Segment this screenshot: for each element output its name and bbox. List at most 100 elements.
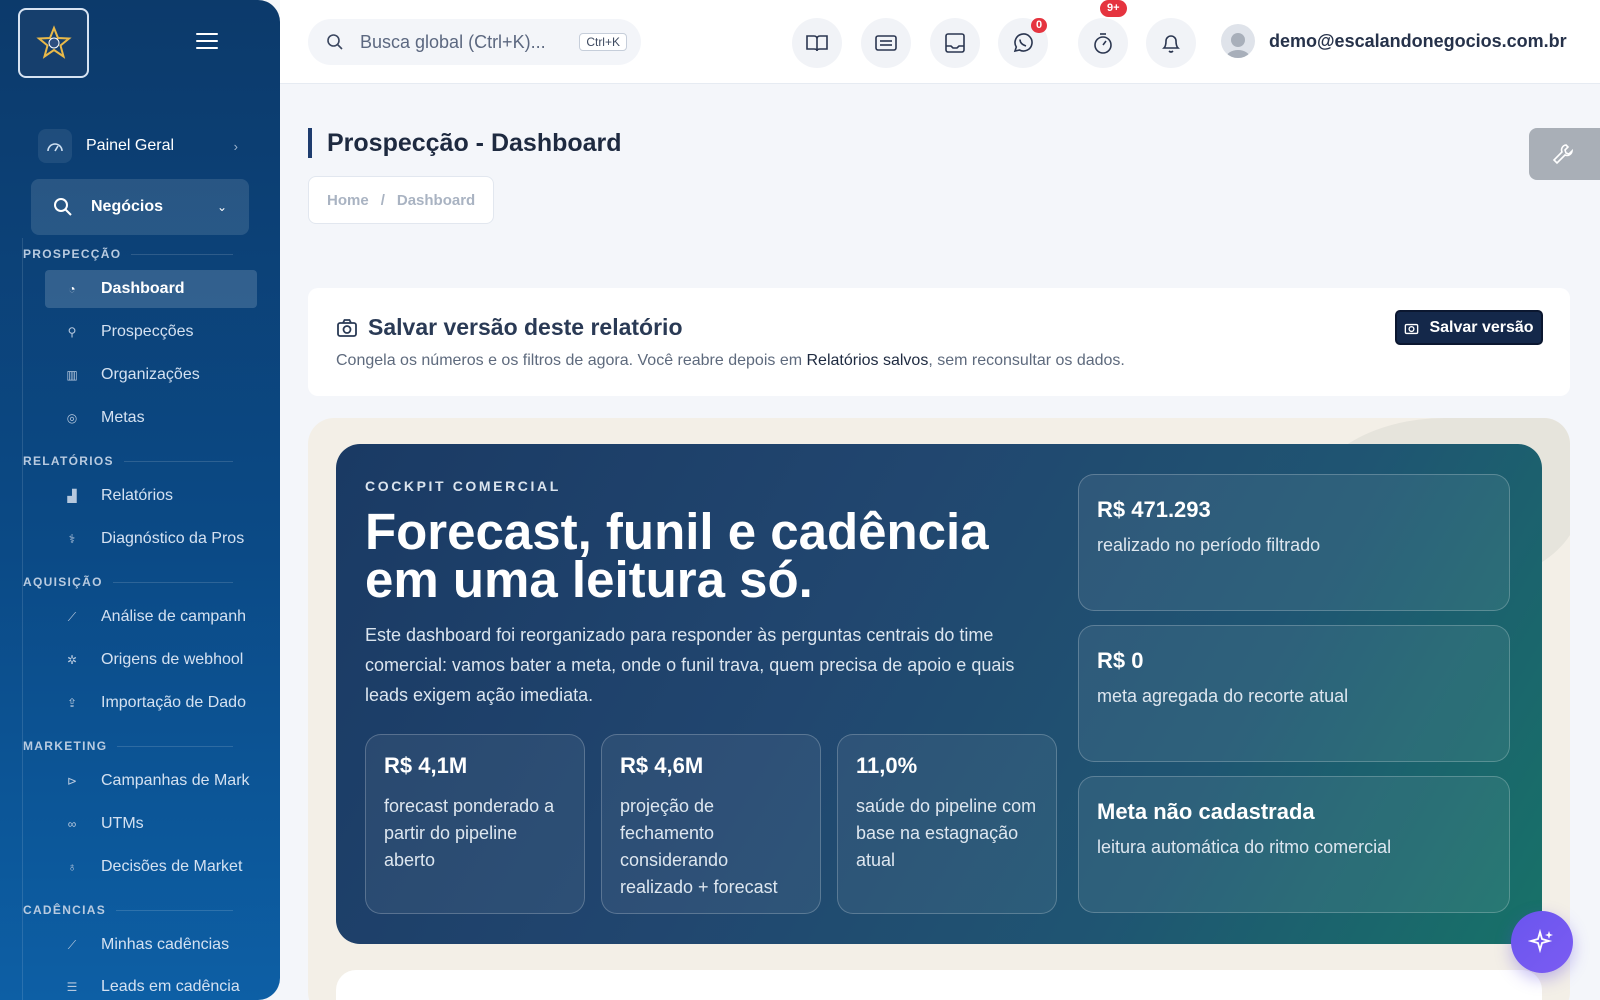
stethoscope-icon: ⚕ bbox=[68, 532, 76, 546]
save-version-button[interactable]: Salvar versão bbox=[1395, 310, 1543, 345]
timer-badge: 9+ bbox=[1100, 0, 1127, 17]
cockpit-hero: COCKPIT COMERCIAL Forecast, funil e cadê… bbox=[336, 444, 1542, 944]
hero-lead: Este dashboard foi reorganizado para res… bbox=[365, 625, 1015, 705]
sidebar-item-label: Origens de webhool bbox=[101, 651, 244, 668]
sidebar-item-prospeccoes[interactable]: ⚲ Prospecções bbox=[45, 313, 257, 351]
sidebar-item-label: Decisões de Market bbox=[101, 858, 243, 875]
section-prospeccao: PROSPECÇÃO bbox=[23, 247, 233, 261]
user-email: demo@escalandonegocios.com.br bbox=[1269, 30, 1567, 51]
inbox-button[interactable] bbox=[930, 18, 980, 68]
sidebar-item-label: UTMs bbox=[101, 815, 144, 832]
section-cadencias: CADÊNCIAS bbox=[23, 903, 233, 917]
kpi-card-pipeline-health: 11,0% saúde do pipeline com base na esta… bbox=[837, 734, 1057, 914]
sidebar-item-leads-cadencia[interactable]: ☰ Leads em cadência bbox=[45, 968, 257, 1000]
dashboard-icon: ◔ bbox=[68, 282, 76, 296]
user-menu[interactable]: demo@escalandonegocios.com.br bbox=[1221, 24, 1567, 58]
kpi-card-forecast: R$ 4,1M forecast ponderado a partir do p… bbox=[365, 734, 585, 914]
sparkles-icon bbox=[1528, 928, 1553, 954]
breadcrumb-home[interactable]: Home bbox=[327, 192, 369, 209]
breadcrumb-separator: / bbox=[380, 191, 385, 209]
side-label: leitura automática do ritmo comercial bbox=[1097, 837, 1392, 857]
bell-icon bbox=[1162, 35, 1180, 53]
list-user-icon: ☰ bbox=[66, 980, 78, 994]
save-version-description: Congela os números e os filtros de agora… bbox=[336, 352, 1125, 370]
docs-button[interactable] bbox=[792, 18, 842, 68]
sidebar-item-campanhas[interactable]: ⊳ Campanhas de Mark bbox=[45, 762, 257, 800]
wrench-icon bbox=[1552, 144, 1574, 165]
hero-headline: Forecast, funil e cadência em uma leitur… bbox=[365, 503, 989, 608]
settings-tab-button[interactable] bbox=[1529, 128, 1600, 180]
sidebar-item-label: Análise de campanh bbox=[101, 608, 246, 625]
bar-chart-icon: ▟ bbox=[67, 489, 77, 503]
side-card-realized: R$ 471.293 realizado no período filtrado bbox=[1078, 474, 1510, 611]
sidebar-item-dashboard[interactable]: ◔ Dashboard bbox=[45, 270, 257, 308]
search-input[interactable]: Busca global (Ctrl+K)... bbox=[360, 32, 563, 53]
notifications-button[interactable] bbox=[1146, 18, 1196, 68]
sidebar-item-label: Relatórios bbox=[101, 487, 174, 504]
sidebar-item-label: Organizações bbox=[101, 366, 200, 383]
sidebar-item-label: Metas bbox=[101, 409, 145, 426]
sidebar-item-label: Leads em cadência bbox=[101, 978, 240, 995]
page-title: Prospecção - Dashboard bbox=[308, 128, 622, 158]
save-version-title-row: Salvar versão deste relatório bbox=[336, 314, 683, 341]
ai-assistant-button[interactable] bbox=[1511, 911, 1573, 973]
sidebar-item-minhas-cadencias[interactable]: ⟋ Minhas cadências bbox=[45, 926, 257, 964]
webhook-icon: ✲ bbox=[66, 653, 78, 667]
timer-button[interactable]: 9+ bbox=[1078, 0, 1128, 68]
section-aquisicao: AQUISIÇÃO bbox=[23, 575, 233, 589]
save-version-button-label: Salvar versão bbox=[1429, 318, 1534, 336]
kpi-value: 11,0% bbox=[856, 753, 918, 778]
app-logo[interactable] bbox=[18, 8, 89, 78]
sidebar-item-diagnostico[interactable]: ⚕ Diagnóstico da Pros bbox=[45, 520, 257, 558]
sidebar-item-utms[interactable]: ∞ UTMs bbox=[45, 805, 257, 843]
target-icon: ◎ bbox=[66, 411, 78, 425]
kpi-card-projection: R$ 4,6M projeção de fechamento considera… bbox=[601, 734, 821, 914]
search-icon bbox=[54, 198, 72, 216]
global-search[interactable]: Busca global (Ctrl+K)... Ctrl+K bbox=[308, 19, 641, 65]
sidebar-item-label: Minhas cadências bbox=[101, 936, 230, 953]
sidebar-item-origens-webhook[interactable]: ✲ Origens de webhool bbox=[45, 641, 257, 679]
topbar: Busca global (Ctrl+K)... Ctrl+K 0 9+ dem… bbox=[280, 0, 1600, 84]
lightbulb-icon: ♁ bbox=[67, 860, 77, 874]
description-text: , sem reconsultar os dados. bbox=[928, 352, 1125, 369]
book-open-icon bbox=[806, 35, 828, 52]
kpi-value: R$ 4,1M bbox=[384, 753, 468, 778]
sidebar-group-negocios[interactable]: Negócios ⌄ bbox=[31, 179, 249, 235]
sidebar-item-label: Importação de Dado bbox=[101, 694, 246, 711]
breadcrumb: Home / Dashboard bbox=[308, 176, 494, 224]
upload-icon: ⇪ bbox=[66, 696, 78, 710]
sidebar-group-label: Negócios bbox=[91, 198, 164, 215]
cockpit-container: COCKPIT COMERCIAL Forecast, funil e cadê… bbox=[308, 418, 1570, 1000]
sidebar-item-label: Prospecções bbox=[101, 323, 194, 340]
megaphone-icon: ⊳ bbox=[66, 774, 78, 788]
steps-icon: ⟋ bbox=[67, 937, 77, 952]
sidebar-item-analise-campanha[interactable]: ⟋ Análise de campanh bbox=[45, 598, 257, 636]
sidebar-item-decisoes[interactable]: ♁ Decisões de Market bbox=[45, 848, 257, 886]
sidebar-item-relatorios[interactable]: ▟ Relatórios bbox=[45, 477, 257, 515]
stopwatch-icon bbox=[1094, 33, 1112, 54]
side-label: realizado no período filtrado bbox=[1097, 535, 1321, 555]
sidebar-item-label: Painel Geral bbox=[86, 137, 175, 154]
sidebar-item-label: Diagnóstico da Pros bbox=[101, 530, 245, 547]
menu-toggle-icon[interactable] bbox=[196, 33, 218, 49]
sidebar-item-painel-geral[interactable]: Painel Geral › bbox=[38, 126, 238, 166]
camera-icon bbox=[1405, 323, 1419, 334]
sidebar-item-importacao[interactable]: ⇪ Importação de Dado bbox=[45, 684, 257, 722]
search-shortcut-badge: Ctrl+K bbox=[579, 33, 627, 51]
sidebar-item-organizacoes[interactable]: ▥ Organizações bbox=[45, 356, 257, 394]
line-chart-icon: ⟋ bbox=[67, 609, 77, 624]
whatsapp-button[interactable]: 0 bbox=[998, 18, 1048, 68]
sidebar-item-metas[interactable]: ◎ Metas bbox=[45, 399, 257, 437]
kpi-label: saúde do pipeline com base na estagnação… bbox=[856, 796, 1037, 870]
avatar bbox=[1221, 24, 1255, 58]
saved-reports-link[interactable]: Relatórios salvos bbox=[807, 352, 929, 369]
kpi-value: R$ 4,6M bbox=[620, 753, 704, 778]
search-icon bbox=[327, 34, 343, 50]
save-version-card: Salvar versão deste relatório Congela os… bbox=[308, 288, 1570, 396]
camera-icon bbox=[337, 318, 357, 337]
description-text: Congela os números e os filtros de agora… bbox=[336, 352, 807, 369]
newspaper-icon bbox=[875, 35, 897, 51]
section-relatorios: RELATÓRIOS bbox=[23, 454, 233, 468]
news-button[interactable] bbox=[861, 18, 911, 68]
side-value: R$ 0 bbox=[1097, 648, 1144, 673]
